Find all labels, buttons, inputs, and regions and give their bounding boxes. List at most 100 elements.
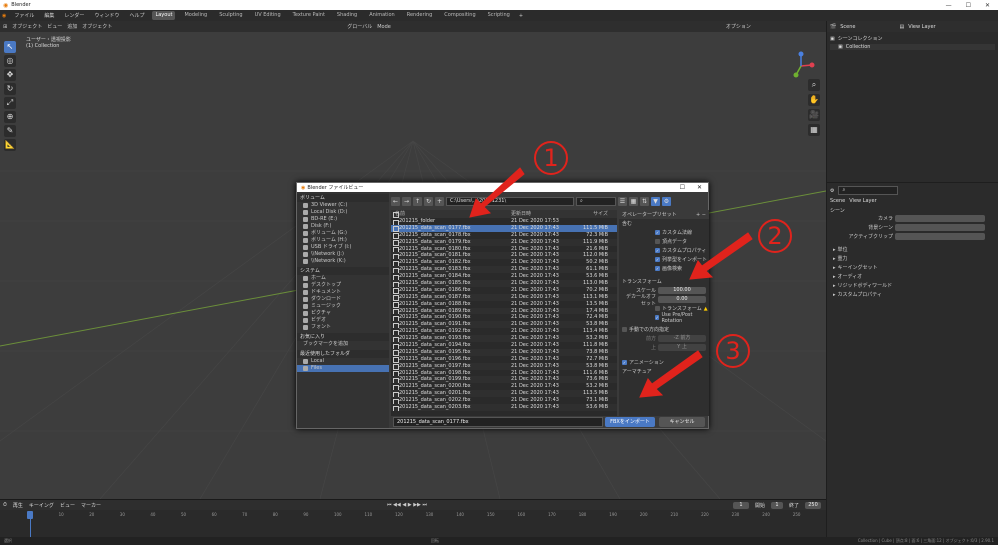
tab-compositing[interactable]: Compositing	[441, 11, 478, 20]
chevron-right-icon: ▸	[833, 291, 836, 298]
menu-window[interactable]: ウィンドウ	[92, 12, 121, 19]
tab-scripting[interactable]: Scripting	[485, 11, 513, 20]
playhead-line	[30, 519, 31, 537]
property-field-label: カメラ	[877, 216, 893, 222]
property-field-input[interactable]	[895, 215, 985, 222]
property-section-header[interactable]: ▸ 重力	[830, 254, 995, 263]
start-frame-field[interactable]: 1	[771, 501, 784, 509]
tab-sculpting[interactable]: Sculpting	[216, 11, 245, 20]
property-field-input[interactable]	[895, 233, 985, 240]
timeline-tick-label: 180	[578, 511, 587, 517]
search-icon: ⌕	[842, 187, 846, 193]
property-section-header[interactable]: ▸ オーディオ	[830, 272, 995, 281]
property-field-input[interactable]	[895, 224, 985, 231]
menu-help[interactable]: ヘルプ	[127, 12, 146, 19]
timeline-tick-label: 170	[548, 511, 556, 517]
outliner-row[interactable]: ▣ シーンコレクション	[830, 35, 995, 43]
property-section-header[interactable]: ▸ カスタムプロパティ	[830, 290, 995, 299]
annotation-number-1: 1	[534, 141, 568, 175]
end-frame-field[interactable]: 250	[805, 501, 822, 509]
3d-viewport[interactable]: ⊞ オブジェクト ビュー 追加 オブジェクト グローバル Mode オプション …	[0, 21, 826, 499]
property-section-label: キーイングセット	[837, 265, 878, 271]
properties-icon: ⚙	[830, 187, 835, 194]
outliner-row[interactable]: ▣ Collection	[830, 44, 995, 50]
timeline-tick-label: 10	[58, 511, 64, 517]
tab-animation[interactable]: Animation	[366, 11, 398, 20]
timeline-ticks[interactable]: 0102030405060708090100110120130140150160…	[0, 510, 826, 518]
add-workspace-icon[interactable]: +	[519, 13, 523, 19]
timeline-tick-label: 200	[639, 511, 648, 517]
tab-shading[interactable]: Shading	[334, 11, 360, 20]
timeline-tick-label: 150	[486, 511, 495, 517]
current-frame-field[interactable]: 1	[733, 501, 749, 509]
tab-uv-editing[interactable]: UV Editing	[252, 11, 284, 20]
menu-edit[interactable]: 編集	[42, 12, 56, 19]
menu-file[interactable]: ファイル	[12, 12, 36, 19]
arrow-1-shape	[469, 167, 525, 218]
end-label: 終了	[789, 502, 800, 509]
timeline-tick-label: 240	[762, 511, 770, 517]
properties-editor: ⚙ ⌕ Scene View Layer シーン カメラ 背景シーンアクティブクリ…	[827, 182, 998, 302]
timeline-tick-label: 70	[242, 511, 248, 517]
window-controls: — ☐ ✕	[946, 2, 998, 9]
property-section-header[interactable]: ▸ キーイングセット	[830, 263, 995, 272]
tab-rendering[interactable]: Rendering	[404, 11, 436, 20]
top-menubar: ◉ ファイル 編集 レンダー ウィンドウ ヘルプ Layout Modeling…	[0, 10, 998, 21]
timeline-tick-label: 160	[517, 511, 526, 517]
annotation-number-3: 3	[716, 334, 750, 368]
maximize-button[interactable]: ☐	[966, 2, 971, 9]
property-section-label: オーディオ	[837, 274, 863, 280]
timeline-tick-label: 220	[701, 511, 709, 517]
scene-name[interactable]: Scene	[840, 24, 855, 30]
property-section-label: リジッドボディワールド	[837, 283, 893, 289]
property-section-header[interactable]: ▸ 単位	[830, 245, 995, 254]
collection-icon: ▣	[830, 35, 835, 42]
right-panel: 🎬 Scene ▤ View Layer ▣ シーンコレクション ▣ Collect…	[826, 21, 998, 545]
collection-icon: ▣	[838, 44, 843, 50]
status-right: Collection | Cube | 頂点:8 | 面:6 | 三角面:12 …	[857, 538, 994, 543]
playhead[interactable]	[27, 511, 33, 519]
chevron-right-icon: ▸	[833, 264, 836, 271]
properties-search[interactable]: ⌕	[838, 186, 899, 195]
scene-section-header[interactable]: シーン	[830, 207, 995, 214]
view-layer-tag: View Layer	[849, 198, 877, 204]
timeline-tick-label: 120	[395, 511, 403, 517]
playback-controls[interactable]: ⏮ ◀◀ ◀ ▶ ▶▶ ⏭	[387, 502, 427, 508]
view-layer-name[interactable]: View Layer	[908, 24, 935, 30]
properties-header: ⚙ ⌕	[830, 186, 995, 195]
timeline-tick-label: 100	[333, 511, 342, 517]
props-sections: ▸ 単位 ▸ 重力 ▸ キーイングセット ▸ オーディオ ▸ リジッドボディワールド ▸ カスタムプロ…	[830, 245, 995, 299]
tab-layout[interactable]: Layout	[152, 11, 176, 20]
chevron-right-icon: ▸	[833, 273, 836, 280]
blender-menu-icon[interactable]: ◉	[2, 13, 6, 19]
timeline-tick-label: 20	[89, 511, 95, 517]
window-titlebar: ◉ Blender — ☐ ✕	[0, 0, 998, 10]
property-section-header[interactable]: ▸ リジッドボディワールド	[830, 281, 995, 290]
property-section-label: カスタムプロパティ	[837, 292, 882, 298]
timeline: ⏱ 再生 キーイング ビュー マーカー ⏮ ◀◀ ◀ ▶ ▶▶ ⏭ 1 開始 1…	[0, 499, 826, 537]
properties-breadcrumb: Scene View Layer	[830, 198, 995, 204]
timeline-view-menu[interactable]: ビュー	[60, 502, 75, 509]
menu-render[interactable]: レンダー	[62, 12, 86, 19]
outliner-child-label: Collection	[845, 44, 871, 50]
status-left: 選択	[4, 538, 12, 543]
annotation-overlay	[469, 167, 753, 398]
marker-menu[interactable]: マーカー	[81, 502, 101, 509]
editor-type-icon[interactable]: ⏱	[3, 502, 7, 508]
scene-tag: Scene	[830, 198, 846, 204]
minimize-button[interactable]: —	[946, 2, 952, 9]
close-button[interactable]: ✕	[985, 2, 990, 9]
timeline-tick-label: 110	[364, 511, 373, 517]
outliner: ▣ シーンコレクション ▣ Collection	[827, 32, 998, 182]
tab-modeling[interactable]: Modeling	[181, 11, 210, 20]
props-fields: カメラ 背景シーンアクティブクリップ	[830, 214, 995, 241]
keying-menu[interactable]: キーイング	[29, 502, 54, 509]
tab-texture-paint[interactable]: Texture Paint	[290, 11, 328, 20]
chevron-right-icon: ▸	[833, 255, 836, 262]
playback-menu[interactable]: 再生	[13, 502, 23, 509]
property-field-row: 背景シーン	[830, 223, 995, 232]
timeline-tick-label: 80	[272, 511, 278, 517]
property-field-label: アクティブクリップ	[848, 234, 893, 240]
chevron-right-icon: ▸	[833, 246, 836, 253]
property-field-row: アクティブクリップ	[830, 232, 995, 241]
